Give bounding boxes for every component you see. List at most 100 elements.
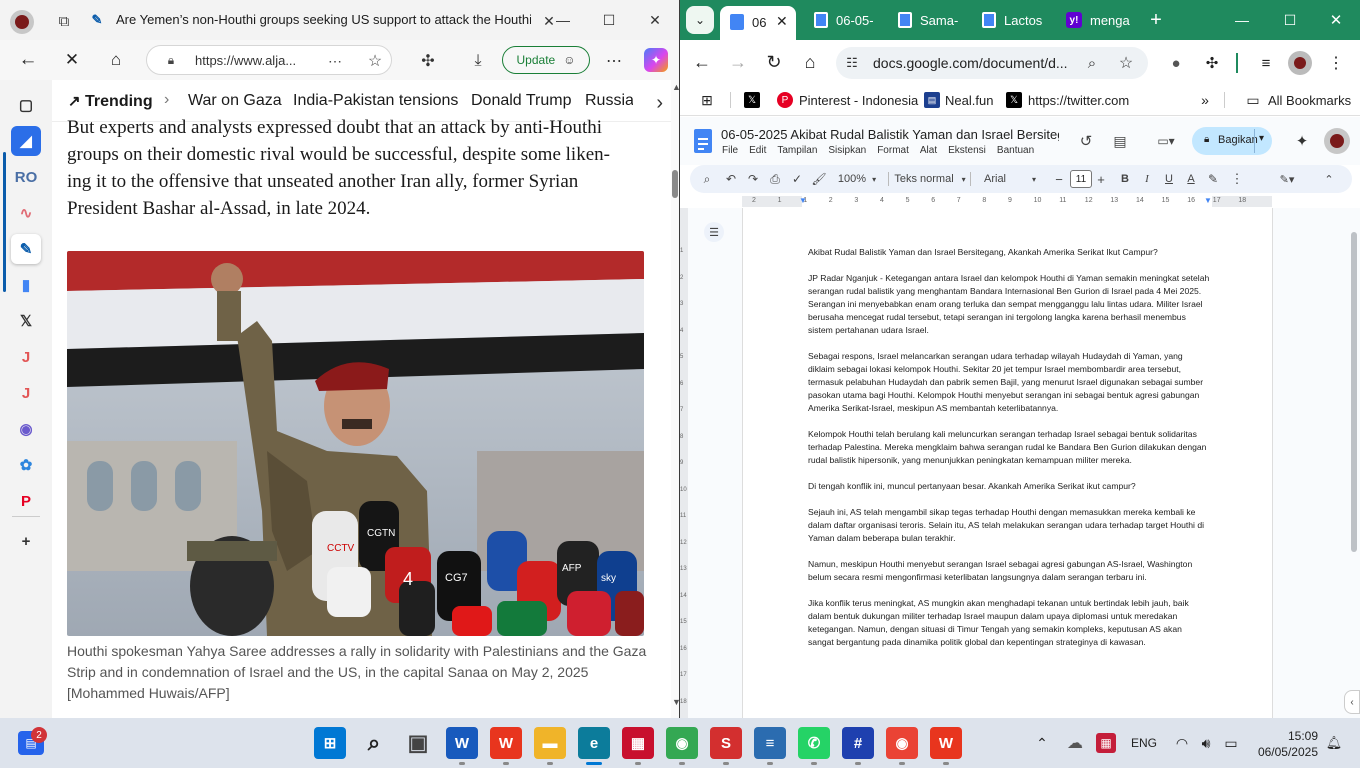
menu-edit[interactable]: Edit: [749, 145, 766, 156]
outline-icon[interactable]: ☰: [704, 222, 724, 242]
doc-paragraph[interactable]: Sebagai respons, Israel melancarkan sera…: [808, 350, 1210, 415]
doc-paragraph[interactable]: JP Radar Nganjuk - Ketegangan antara Isr…: [808, 272, 1210, 337]
chrome-minimize-button[interactable]: —: [1230, 8, 1254, 32]
chrome-tab-3[interactable]: Sama-: [894, 6, 966, 34]
taskbar-edge-icon[interactable]: e: [578, 727, 610, 759]
docs-scrollbar[interactable]: [1350, 208, 1358, 718]
maximize-button[interactable]: ☐: [586, 0, 632, 40]
trending-next-icon[interactable]: ›: [633, 87, 671, 119]
doc-paragraph[interactable]: Sejauh ini, AS telah mengambil sikap teg…: [808, 506, 1210, 545]
chrome-omnibox[interactable]: ☷ docs.google.com/document/d... ⌕ ☆: [836, 47, 1148, 79]
back-icon[interactable]: ←: [16, 48, 40, 72]
doc-page[interactable]: Akibat Rudal Balistik Yaman dan Israel B…: [742, 208, 1273, 718]
collapse-toolbar-icon[interactable]: ⌃: [1320, 165, 1338, 193]
minimize-button[interactable]: —: [540, 0, 586, 40]
forward-icon[interactable]: →: [726, 50, 750, 74]
taskbar-mosaic-icon[interactable]: ▦: [622, 727, 654, 759]
taskbar-start-icon[interactable]: ⊞: [314, 727, 346, 759]
copilot-icon[interactable]: ◉: [11, 414, 41, 444]
close-window-button[interactable]: ✕: [632, 0, 678, 40]
chart-icon[interactable]: ∿: [11, 198, 41, 228]
bookmark-star-icon[interactable]: ☆: [1116, 53, 1136, 73]
settings-more-icon[interactable]: ⋯: [602, 49, 626, 73]
version-history-icon[interactable]: ↺: [1076, 131, 1096, 151]
italic-icon[interactable]: I: [1138, 165, 1156, 193]
gemini-icon[interactable]: ✦: [1292, 131, 1312, 151]
profile-avatar[interactable]: [10, 10, 34, 34]
ro-icon[interactable]: RO: [11, 162, 41, 192]
search-menus-icon[interactable]: ⌕: [698, 165, 716, 193]
copilot-icon[interactable]: ✦: [644, 48, 668, 72]
stop-icon[interactable]: ✕: [60, 48, 84, 72]
pinterest-icon[interactable]: P: [11, 486, 41, 516]
taskbar-chrome2-icon[interactable]: ◉: [886, 727, 918, 759]
home-icon[interactable]: ⌂: [104, 48, 128, 72]
url-text[interactable]: https://www.alja...: [195, 53, 296, 68]
trend-donald-trump[interactable]: Donald Trump: [471, 92, 572, 110]
style-select[interactable]: Teks normal ▾: [894, 165, 966, 193]
home-icon[interactable]: ⌂: [798, 50, 822, 74]
taskbar-search-icon[interactable]: ⌕: [358, 727, 390, 759]
share-dropdown-icon[interactable]: ▾: [1259, 133, 1264, 144]
zoom-icon[interactable]: ⌕: [1082, 53, 1102, 73]
all-bookmarks[interactable]: All Bookmarks: [1268, 93, 1351, 108]
text-color-icon[interactable]: A: [1182, 165, 1200, 193]
lens-icon[interactable]: ●: [1164, 51, 1188, 75]
show-hidden-icons[interactable]: ⌃: [1032, 733, 1052, 753]
taskbar-taskview-icon[interactable]: ▣: [402, 727, 434, 759]
doc-title[interactable]: 06-05-2025 Akibat Rudal Balistik Yaman d…: [721, 127, 1059, 142]
tab-close-icon[interactable]: ✕: [776, 13, 788, 30]
redo-icon[interactable]: ↷: [744, 165, 762, 193]
new-tab-icon[interactable]: +: [1144, 8, 1168, 32]
clock-date[interactable]: 06/05/2025: [1255, 745, 1318, 759]
edge-scrollbar[interactable]: ▲ ▼: [671, 80, 679, 718]
menu-help[interactable]: Bantuan: [997, 145, 1034, 156]
chrome-profile-avatar[interactable]: [1288, 51, 1312, 75]
doc-paragraph[interactable]: Jika konflik terus meningkat, AS mungkin…: [808, 597, 1210, 649]
onedrive-icon[interactable]: ☁: [1064, 733, 1086, 753]
side-panel-toggle-icon[interactable]: ‹: [1344, 690, 1360, 714]
battery-icon[interactable]: ▭: [1220, 733, 1242, 753]
scroll-up-icon[interactable]: ▲: [672, 82, 679, 92]
taskbar-hash-icon[interactable]: #: [842, 727, 874, 759]
chrome-close-button[interactable]: ✕: [1324, 8, 1348, 32]
more-toolbar-icon[interactable]: ⋮: [1230, 165, 1244, 193]
bookmark-twitter[interactable]: https://twitter.com: [1028, 93, 1129, 108]
docs-logo-icon[interactable]: [694, 129, 712, 153]
bold-icon[interactable]: B: [1116, 165, 1134, 193]
spellcheck-icon[interactable]: ✓: [788, 165, 806, 193]
chrome-tab-2[interactable]: 06-05-: [810, 6, 882, 34]
taskbar-whatsapp-icon[interactable]: ✆: [798, 727, 830, 759]
horizontal-ruler[interactable]: ▼ ▼ 2 1 1 2 3 4 5 6 7 8 9 10 11 12 13 14 15 16 17 18: [742, 196, 1272, 207]
extensions-puzzle-icon[interactable]: ✣: [1200, 51, 1224, 75]
chrome-maximize-button[interactable]: ☐: [1278, 8, 1302, 32]
workspaces-icon[interactable]: ⧉: [53, 10, 75, 32]
taskbar-explorer-icon[interactable]: ▬: [534, 727, 566, 759]
comments-icon[interactable]: ▤: [1110, 131, 1130, 151]
tab-search-icon[interactable]: ⌄: [686, 6, 714, 34]
taskbar-notepad-icon[interactable]: ≡: [754, 727, 786, 759]
chrome-tab-4[interactable]: Lactos: [978, 6, 1050, 34]
bookmark-pinterest[interactable]: Pinterest - Indonesia: [799, 93, 918, 108]
underline-icon[interactable]: U: [1160, 165, 1178, 193]
font-size-decrease-icon[interactable]: −: [1052, 165, 1066, 193]
lock-icon[interactable]: 🔒︎: [163, 52, 179, 68]
extensions-icon[interactable]: ✣: [416, 49, 440, 73]
taskbar-wps2-icon[interactable]: W: [930, 727, 962, 759]
undo-icon[interactable]: ↶: [722, 165, 740, 193]
font-select[interactable]: Arial ▾: [976, 165, 1046, 193]
taskbar-word-icon[interactable]: W: [446, 727, 478, 759]
docs-scroll-thumb[interactable]: [1351, 232, 1357, 552]
zoom-select[interactable]: 100% ▾: [834, 165, 880, 193]
doc-heading[interactable]: Akibat Rudal Balistik Yaman dan Israel B…: [808, 246, 1210, 259]
more-options-icon[interactable]: ⋯: [325, 51, 345, 71]
doc-paragraph[interactable]: Kelompok Houthi telah berulang kali melu…: [808, 428, 1210, 467]
paint-format-icon[interactable]: 🖌︎: [810, 165, 828, 193]
chrome-menu-icon[interactable]: ⋮: [1324, 51, 1348, 75]
pinwheel-icon[interactable]: ✿: [11, 450, 41, 480]
wifi-icon[interactable]: ◠: [1172, 733, 1192, 753]
app-icon[interactable]: ◢: [11, 126, 41, 156]
font-size-input[interactable]: 11: [1070, 170, 1092, 188]
bookmarks-overflow-icon[interactable]: »: [1196, 91, 1214, 109]
x-icon[interactable]: 𝕏: [11, 306, 41, 336]
